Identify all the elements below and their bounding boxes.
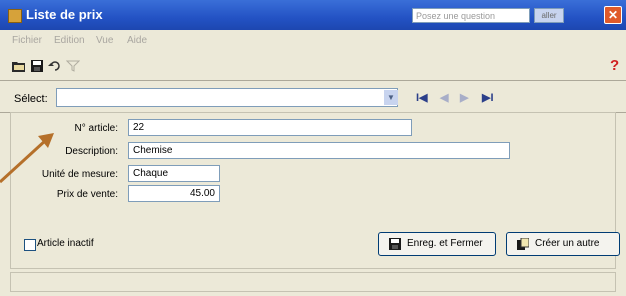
callout-arrow-icon (0, 133, 54, 184)
